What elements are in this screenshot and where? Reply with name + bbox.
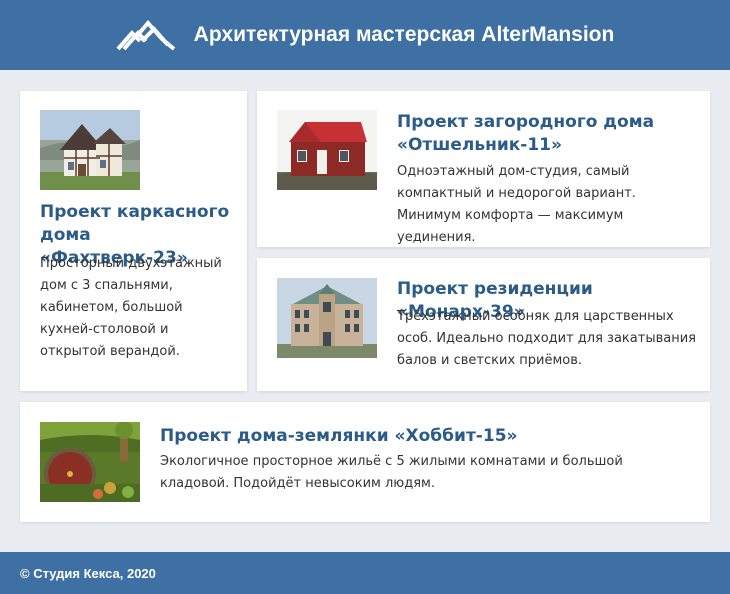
- project-card-otshelnik[interactable]: Проект загородного дома «Отшельник-11» О…: [257, 91, 710, 247]
- site-title: Архитектурная мастерская AlterMansion: [193, 23, 615, 46]
- copyright-text: © Студия Кекса, 2020: [20, 565, 156, 581]
- timber-frame-house-photo[interactable]: [40, 110, 140, 190]
- hobbit-hole-photo[interactable]: [40, 422, 140, 502]
- project-title[interactable]: Проект загородного дома «Отшельник-11»: [397, 111, 687, 157]
- project-description: Одноэтажный дом-студия, самый компактный…: [397, 164, 636, 245]
- project-card-monarkh[interactable]: Проект резиденции «Монарх-39» Трёхэтажны…: [257, 258, 710, 391]
- project-card-fachwerk[interactable]: Проект каркасного дома «Фахтверк-23» Про…: [20, 91, 247, 391]
- mansion-photo[interactable]: [277, 278, 377, 358]
- project-description: Трёхэтажный особняк для царственных особ…: [397, 309, 696, 368]
- project-card-hobbit[interactable]: Проект дома-землянки «Хоббит-15» Экологи…: [20, 402, 710, 522]
- mountains-logo-icon[interactable]: [116, 19, 176, 51]
- red-cabin-photo[interactable]: [277, 110, 377, 190]
- project-title[interactable]: Проект дома-землянки «Хоббит-15»: [160, 425, 680, 448]
- project-description: Просторный двухэтажный дом с 3 спальнями…: [40, 256, 222, 359]
- site-footer: © Студия Кекса, 2020: [0, 552, 730, 594]
- site-header: Архитектурная мастерская AlterMansion: [0, 0, 730, 70]
- project-description: Экологичное просторное жильё с 5 жилыми …: [160, 454, 623, 491]
